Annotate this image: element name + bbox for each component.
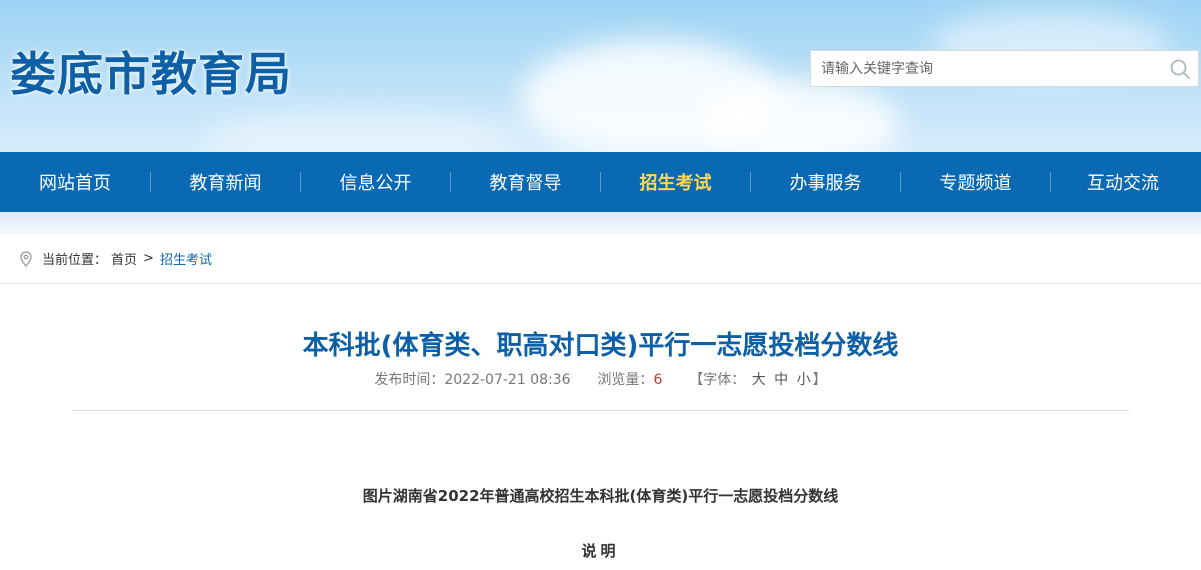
site-title[interactable]: 娄底市教育局: [10, 38, 292, 104]
search-icon[interactable]: [1162, 51, 1198, 87]
nav-item-news[interactable]: 教育新闻: [151, 152, 300, 212]
breadcrumb-prefix: 当前位置：: [42, 253, 108, 268]
article-meta: 发布时间：2022-07-21 08:36 浏览量：6 【字体： 大 中 小】: [0, 370, 1201, 390]
breadcrumb-home-link[interactable]: 首页: [111, 249, 137, 268]
header-banner: 娄底市教育局: [0, 0, 1201, 152]
title-divider: [72, 410, 1129, 411]
article-section-heading: 说明: [581, 542, 620, 560]
views-label: 浏览量：: [597, 372, 654, 388]
breadcrumb-current-link[interactable]: 招生考试: [160, 249, 212, 268]
nav-item-home[interactable]: 网站首页: [0, 152, 150, 212]
breadcrumb-separator: >: [143, 251, 154, 266]
article-paragraph: 图片湖南省2022年普通高校招生本科批(体育类)平行一志愿投档分数线: [362, 487, 839, 505]
nav-item-info-disclosure[interactable]: 信息公开: [301, 152, 450, 212]
views-count: 6: [653, 372, 663, 388]
nav-item-special-channel[interactable]: 专题频道: [901, 152, 1050, 212]
location-pin-icon: [20, 250, 32, 267]
article-title: 本科批(体育类、职高对口类)平行一志愿投档分数线: [302, 331, 899, 361]
font-size-medium-button[interactable]: 中: [774, 372, 788, 388]
search-box: [810, 50, 1199, 87]
nav-item-supervision[interactable]: 教育督导: [451, 152, 600, 212]
nav-shadow-strip: [0, 212, 1201, 234]
publish-time: 2022-07-21 08:36: [444, 372, 571, 388]
nav-item-services[interactable]: 办事服务: [751, 152, 900, 212]
nav-item-interaction[interactable]: 互动交流: [1051, 152, 1195, 212]
search-input[interactable]: [811, 51, 1162, 86]
publish-label: 发布时间：: [374, 372, 445, 388]
nav-item-admissions[interactable]: 招生考试: [601, 152, 750, 212]
font-size-open: 【字体：: [689, 372, 746, 388]
cloud-decoration: [200, 110, 520, 152]
font-size-large-button[interactable]: 大: [752, 372, 766, 388]
main-nav: 网站首页 教育新闻 信息公开 教育督导 招生考试 办事服务 专题频道 互动交流: [0, 152, 1201, 212]
font-size-small-button[interactable]: 小: [797, 372, 811, 388]
font-size-close: 】: [812, 372, 827, 388]
breadcrumb: 当前位置： 首页 > 招生考试: [0, 234, 1201, 284]
